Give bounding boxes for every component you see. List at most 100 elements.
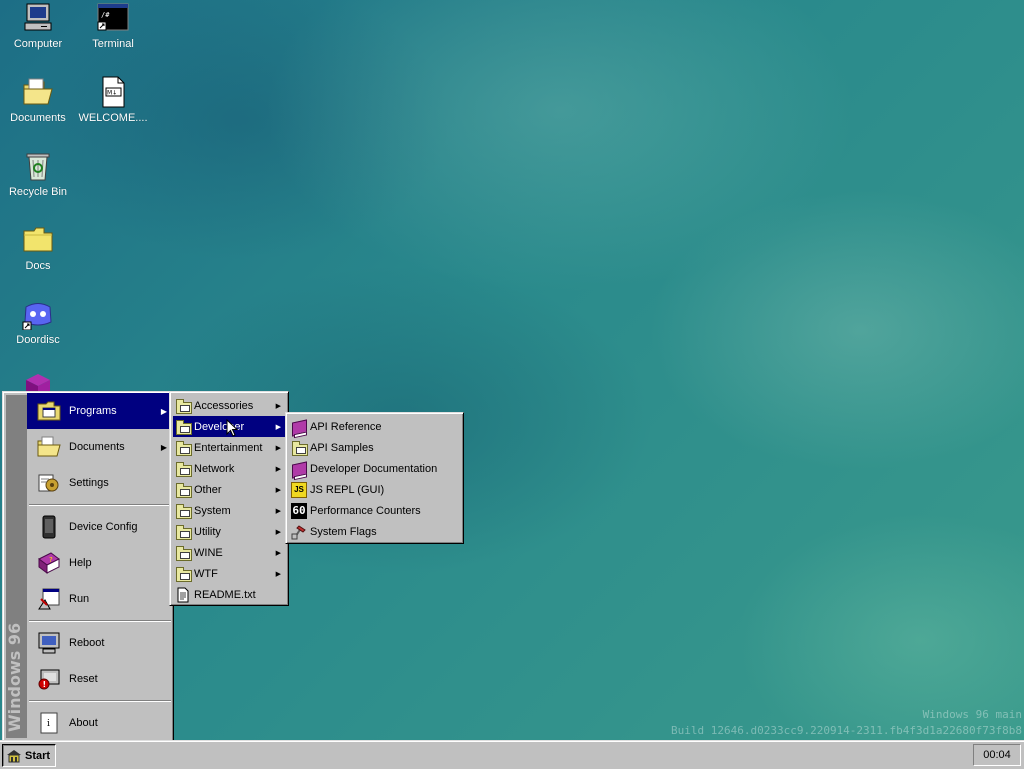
folder-icon: [22, 224, 54, 256]
build-watermark-line1: Windows 96 main: [922, 708, 1022, 721]
desktop-icon-terminal[interactable]: /# Terminal: [75, 2, 151, 50]
start-menu-item-label: Reboot: [69, 637, 105, 649]
developer-item-js-repl[interactable]: JS JS REPL (GUI): [289, 479, 460, 500]
programs-item-network[interactable]: Network ▶: [173, 458, 285, 479]
desktop-icon-computer[interactable]: Computer: [0, 2, 76, 50]
developer-item-label: API Samples: [310, 441, 374, 454]
programs-item-other[interactable]: Other ▶: [173, 479, 285, 500]
desktop-icon-label: Computer: [13, 38, 63, 50]
documents-folder-icon: [22, 76, 54, 108]
developer-item-label: Developer Documentation: [310, 462, 438, 475]
start-menu-item-label: Run: [69, 593, 90, 605]
svg-text:!: !: [43, 680, 47, 689]
start-menu-banner: Windows 96: [5, 395, 27, 738]
start-menu-separator: [29, 700, 171, 702]
clock[interactable]: 00:04: [983, 749, 1011, 761]
submenu-arrow-icon: ▶: [275, 444, 281, 452]
programs-item-label: Entertainment: [194, 441, 263, 454]
programs-item-system[interactable]: System ▶: [173, 500, 285, 521]
about-icon: i: [37, 711, 61, 735]
developer-item-label: API Reference: [310, 420, 382, 433]
start-menu-item-help[interactable]: ? Help: [27, 545, 173, 581]
svg-text:/#: /#: [101, 11, 110, 19]
js-icon: JS: [291, 481, 307, 498]
start-menu-item-label: Reset: [69, 673, 98, 685]
reboot-icon: [37, 631, 61, 655]
developer-item-developer-documentation[interactable]: Developer Documentation: [289, 458, 460, 479]
programs-item-label: Utility: [194, 525, 221, 538]
program-group-icon: [175, 524, 192, 540]
svg-text:M↓: M↓: [107, 90, 117, 97]
run-icon: [37, 587, 61, 611]
submenu-arrow-icon: ▶: [275, 402, 281, 410]
developer-item-performance-counters[interactable]: 60 Performance Counters: [289, 500, 460, 521]
start-menu-item-label: Documents: [69, 441, 125, 453]
developer-item-api-reference[interactable]: API Reference: [289, 416, 460, 437]
start-menu-item-run[interactable]: Run: [27, 581, 173, 617]
submenu-arrow-icon: ▶: [275, 486, 281, 494]
start-menu-item-device-config[interactable]: Device Config: [27, 509, 173, 545]
svg-text:?: ?: [49, 556, 53, 564]
start-menu-item-settings[interactable]: Settings: [27, 465, 173, 501]
start-menu-item-label: Settings: [69, 477, 109, 489]
recycle-bin-icon: [22, 150, 54, 182]
programs-item-wine[interactable]: WINE ▶: [173, 542, 285, 563]
desktop-icon-recycle-bin[interactable]: Recycle Bin: [0, 150, 76, 198]
start-button[interactable]: Start: [2, 744, 56, 767]
developer-item-system-flags[interactable]: System Flags: [289, 521, 460, 542]
desktop-icon-docs[interactable]: Docs: [0, 224, 76, 272]
programs-item-entertainment[interactable]: Entertainment ▶: [173, 437, 285, 458]
desktop-icon-label: Doordisc: [16, 334, 60, 346]
start-menu-item-programs[interactable]: Programs ▶: [27, 393, 173, 429]
programs-item-accessories[interactable]: Accessories ▶: [173, 395, 285, 416]
developer-item-label: System Flags: [310, 525, 377, 538]
book-icon: [291, 418, 307, 437]
svg-text:i: i: [47, 719, 50, 729]
mouse-cursor-icon: [226, 419, 238, 437]
programs-item-label: Network: [194, 462, 235, 475]
submenu-arrow-icon: ▶: [275, 507, 281, 515]
start-menu-item-label: Programs: [69, 405, 117, 417]
submenu-arrow-icon: ▶: [275, 423, 281, 431]
book-icon: [291, 460, 307, 479]
terminal-icon: /#: [97, 2, 129, 34]
desktop-icon-welcome[interactable]: M↓ WELCOME....: [75, 76, 151, 124]
submenu-arrow-icon: ▶: [275, 570, 281, 578]
submenu-arrow-icon: ▶: [275, 465, 281, 473]
start-menu-separator: [29, 504, 171, 506]
program-group-icon: [175, 566, 192, 582]
start-button-label: Start: [25, 749, 51, 762]
start-logo-icon: [6, 749, 22, 763]
program-group-icon: [175, 440, 192, 456]
start-menu-item-about[interactable]: i About: [27, 705, 173, 740]
developer-item-api-samples[interactable]: API Samples: [289, 437, 460, 458]
programs-item-label: WINE: [194, 546, 223, 559]
program-group-icon: [175, 461, 192, 477]
programs-item-label: README.txt: [194, 588, 256, 601]
start-menu-item-documents[interactable]: Documents ▶: [27, 429, 173, 465]
start-menu-separator: [29, 620, 171, 622]
program-group-icon: [175, 482, 192, 498]
start-menu-item-reboot[interactable]: Reboot: [27, 625, 173, 661]
programs-item-wtf[interactable]: WTF ▶: [173, 563, 285, 584]
text-file-icon: [175, 587, 191, 603]
markdown-file-icon: M↓: [97, 76, 129, 108]
desktop-icon-label: Docs: [25, 260, 51, 272]
desktop: Computer /# Terminal Documents M↓ WELCOM…: [0, 0, 1024, 740]
start-menu-item-label: About: [69, 717, 98, 729]
developer-item-label: JS REPL (GUI): [310, 483, 385, 496]
programs-item-label: Accessories: [194, 399, 254, 412]
programs-item-readme[interactable]: README.txt: [173, 584, 285, 605]
programs-item-label: WTF: [194, 567, 218, 580]
start-menu-item-reset[interactable]: ! Reset: [27, 661, 173, 697]
desktop-icon-label: WELCOME....: [78, 112, 148, 124]
start-menu: Windows 96 Programs ▶ Documents ▶ Settin…: [2, 391, 174, 740]
submenu-arrow-icon: ▶: [160, 406, 167, 416]
system-tray: 00:04: [973, 744, 1021, 766]
computer-icon: [22, 2, 54, 34]
desktop-icon-doordisc[interactable]: Doordisc: [0, 298, 76, 346]
build-watermark-line2: Build 12646.d0233cc9.220914-2311.fb4f3d1…: [671, 724, 1022, 737]
desktop-icon-documents[interactable]: Documents: [0, 76, 76, 124]
counter-icon: 60: [291, 502, 307, 519]
programs-item-utility[interactable]: Utility ▶: [173, 521, 285, 542]
